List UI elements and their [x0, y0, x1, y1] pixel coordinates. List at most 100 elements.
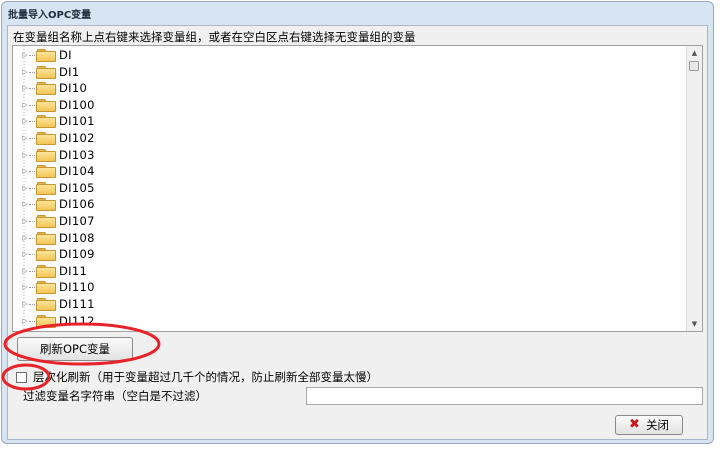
folder-icon — [36, 165, 56, 178]
expand-arrow-icon[interactable]: ▷ — [21, 47, 29, 63]
expand-arrow-icon[interactable]: ▷ — [21, 147, 29, 163]
tree-connector — [29, 87, 35, 89]
folder-icon — [36, 66, 56, 79]
tree-connector — [29, 120, 35, 122]
close-button-label: 关闭 — [645, 418, 669, 432]
tree-item-label: DI109 — [59, 247, 95, 261]
tree-connector — [29, 54, 35, 56]
tree-item[interactable]: ▷ DI107 — [21, 213, 95, 229]
tree-item-label: DI101 — [59, 114, 95, 128]
filter-input[interactable] — [306, 387, 703, 405]
tree-item-label: DI111 — [59, 297, 95, 311]
tree-connector — [29, 286, 35, 288]
tree-item[interactable]: ▷ DI1 — [21, 64, 79, 80]
hierarchical-refresh-checkbox[interactable] — [16, 371, 27, 383]
tree-item[interactable]: ▷ DI104 — [21, 163, 95, 179]
expand-arrow-icon[interactable]: ▷ — [21, 213, 29, 229]
tree-item-label: DI108 — [59, 231, 95, 245]
tree-item[interactable]: ▷ DI106 — [21, 196, 95, 212]
folder-icon — [36, 315, 56, 328]
close-x-icon: ✖ — [629, 417, 640, 432]
expand-arrow-icon[interactable]: ▷ — [21, 97, 29, 113]
scroll-thumb[interactable] — [689, 61, 699, 71]
close-button[interactable]: ✖ 关闭 — [615, 415, 683, 435]
tree-connector — [29, 71, 35, 73]
folder-icon — [36, 198, 56, 211]
hierarchical-refresh-option[interactable]: 层次化刷新（用于变量超过几千个的情况，防止刷新全部变量太慢） — [16, 369, 378, 385]
tree-item[interactable]: ▷ DI109 — [21, 246, 95, 262]
tree-item-label: DI102 — [59, 131, 95, 145]
folder-icon — [36, 232, 56, 245]
expand-arrow-icon[interactable]: ▷ — [21, 64, 29, 80]
expand-arrow-icon[interactable]: ▷ — [21, 113, 29, 129]
tree-connector — [29, 237, 35, 239]
tree-item[interactable]: ▷ DI101 — [21, 113, 95, 129]
instruction-text: 在变量组名称上点右键来选择变量组，或者在空白区点右键选择无变量组的变量 — [13, 30, 416, 44]
tree-connector — [29, 170, 35, 172]
tree-connector — [29, 104, 35, 106]
tree-item-label: DI104 — [59, 164, 95, 178]
tree-item[interactable]: ▷ DI112 — [21, 313, 95, 329]
tree-item[interactable]: ▷ DI10 — [21, 80, 87, 96]
expand-arrow-icon[interactable]: ▷ — [21, 130, 29, 146]
tree-item-label: DI110 — [59, 280, 95, 294]
tree-item-label: DI112 — [59, 314, 95, 328]
tree-item[interactable]: ▷ DI100 — [21, 97, 95, 113]
tree-item[interactable]: ▷ DI11 — [21, 263, 87, 279]
scroll-down-arrow-icon[interactable]: ▼ — [687, 317, 702, 331]
expand-arrow-icon[interactable]: ▷ — [21, 246, 29, 262]
filter-label: 过滤变量名字符串（空白是不过滤） — [23, 389, 207, 403]
vertical-scrollbar[interactable]: ▲ ▼ — [686, 46, 702, 331]
folder-icon — [36, 248, 56, 261]
folder-icon — [36, 298, 56, 311]
tree-item[interactable]: ▷ DI111 — [21, 296, 95, 312]
tree-connector — [29, 270, 35, 272]
tree-item-label: DI107 — [59, 214, 95, 228]
dialog-client-area: 在变量组名称上点右键来选择变量组，或者在空白区点右键选择无变量组的变量 ▷ DI ▷… — [7, 25, 708, 440]
refresh-opc-variables-button[interactable]: 刷新OPC变量 — [17, 337, 133, 361]
expand-arrow-icon[interactable]: ▷ — [21, 196, 29, 212]
tree-item[interactable]: ▷ DI — [21, 47, 72, 63]
folder-icon — [36, 99, 56, 112]
tree-connector — [29, 303, 35, 305]
tree-connector — [29, 203, 35, 205]
tree-item[interactable]: ▷ DI108 — [21, 230, 95, 246]
window-title: 批量导入OPC变量 — [8, 10, 92, 21]
expand-arrow-icon[interactable]: ▷ — [21, 163, 29, 179]
tree-connector — [29, 187, 35, 189]
folder-icon — [36, 215, 56, 228]
tree-item-label: DI1 — [59, 65, 80, 79]
expand-arrow-icon[interactable]: ▷ — [21, 296, 29, 312]
tree-item[interactable]: ▷ DI110 — [21, 279, 95, 295]
tree-item-label: DI100 — [59, 98, 95, 112]
folder-icon — [36, 49, 56, 62]
tree-item-label: DI11 — [59, 264, 88, 278]
tree-item[interactable]: ▷ DI105 — [21, 180, 95, 196]
tree-item-label: DI106 — [59, 197, 95, 211]
expand-arrow-icon[interactable]: ▷ — [21, 313, 29, 329]
tree-connector — [29, 320, 35, 322]
expand-arrow-icon[interactable]: ▷ — [21, 80, 29, 96]
tree-item-label: DI — [59, 48, 72, 62]
folder-icon — [36, 115, 56, 128]
expand-arrow-icon[interactable]: ▷ — [21, 230, 29, 246]
tree-item-label: DI105 — [59, 181, 95, 195]
tree-item[interactable]: ▷ DI102 — [21, 130, 95, 146]
variable-group-tree[interactable]: ▷ DI ▷ DI1 ▷ DI10 ▷ DI100 ▷ DI101 ▷ DI102 ▷ DI103 ▷ DI1… — [12, 45, 703, 332]
expand-arrow-icon[interactable]: ▷ — [21, 279, 29, 295]
scroll-up-arrow-icon[interactable]: ▲ — [687, 46, 702, 60]
folder-icon — [36, 149, 56, 162]
tree-item-label: DI103 — [59, 148, 95, 162]
folder-icon — [36, 182, 56, 195]
expand-arrow-icon[interactable]: ▷ — [21, 263, 29, 279]
tree-connector — [29, 154, 35, 156]
dialog-window: 批量导入OPC变量 在变量组名称上点右键来选择变量组，或者在空白区点右键选择无变… — [1, 1, 714, 444]
hierarchical-refresh-label: 层次化刷新（用于变量超过几千个的情况，防止刷新全部变量太慢） — [33, 370, 378, 384]
expand-arrow-icon[interactable]: ▷ — [21, 180, 29, 196]
tree-connector — [29, 253, 35, 255]
tree-item[interactable]: ▷ DI103 — [21, 147, 95, 163]
folder-icon — [36, 82, 56, 95]
folder-icon — [36, 265, 56, 278]
folder-icon — [36, 132, 56, 145]
tree-connector — [29, 137, 35, 139]
